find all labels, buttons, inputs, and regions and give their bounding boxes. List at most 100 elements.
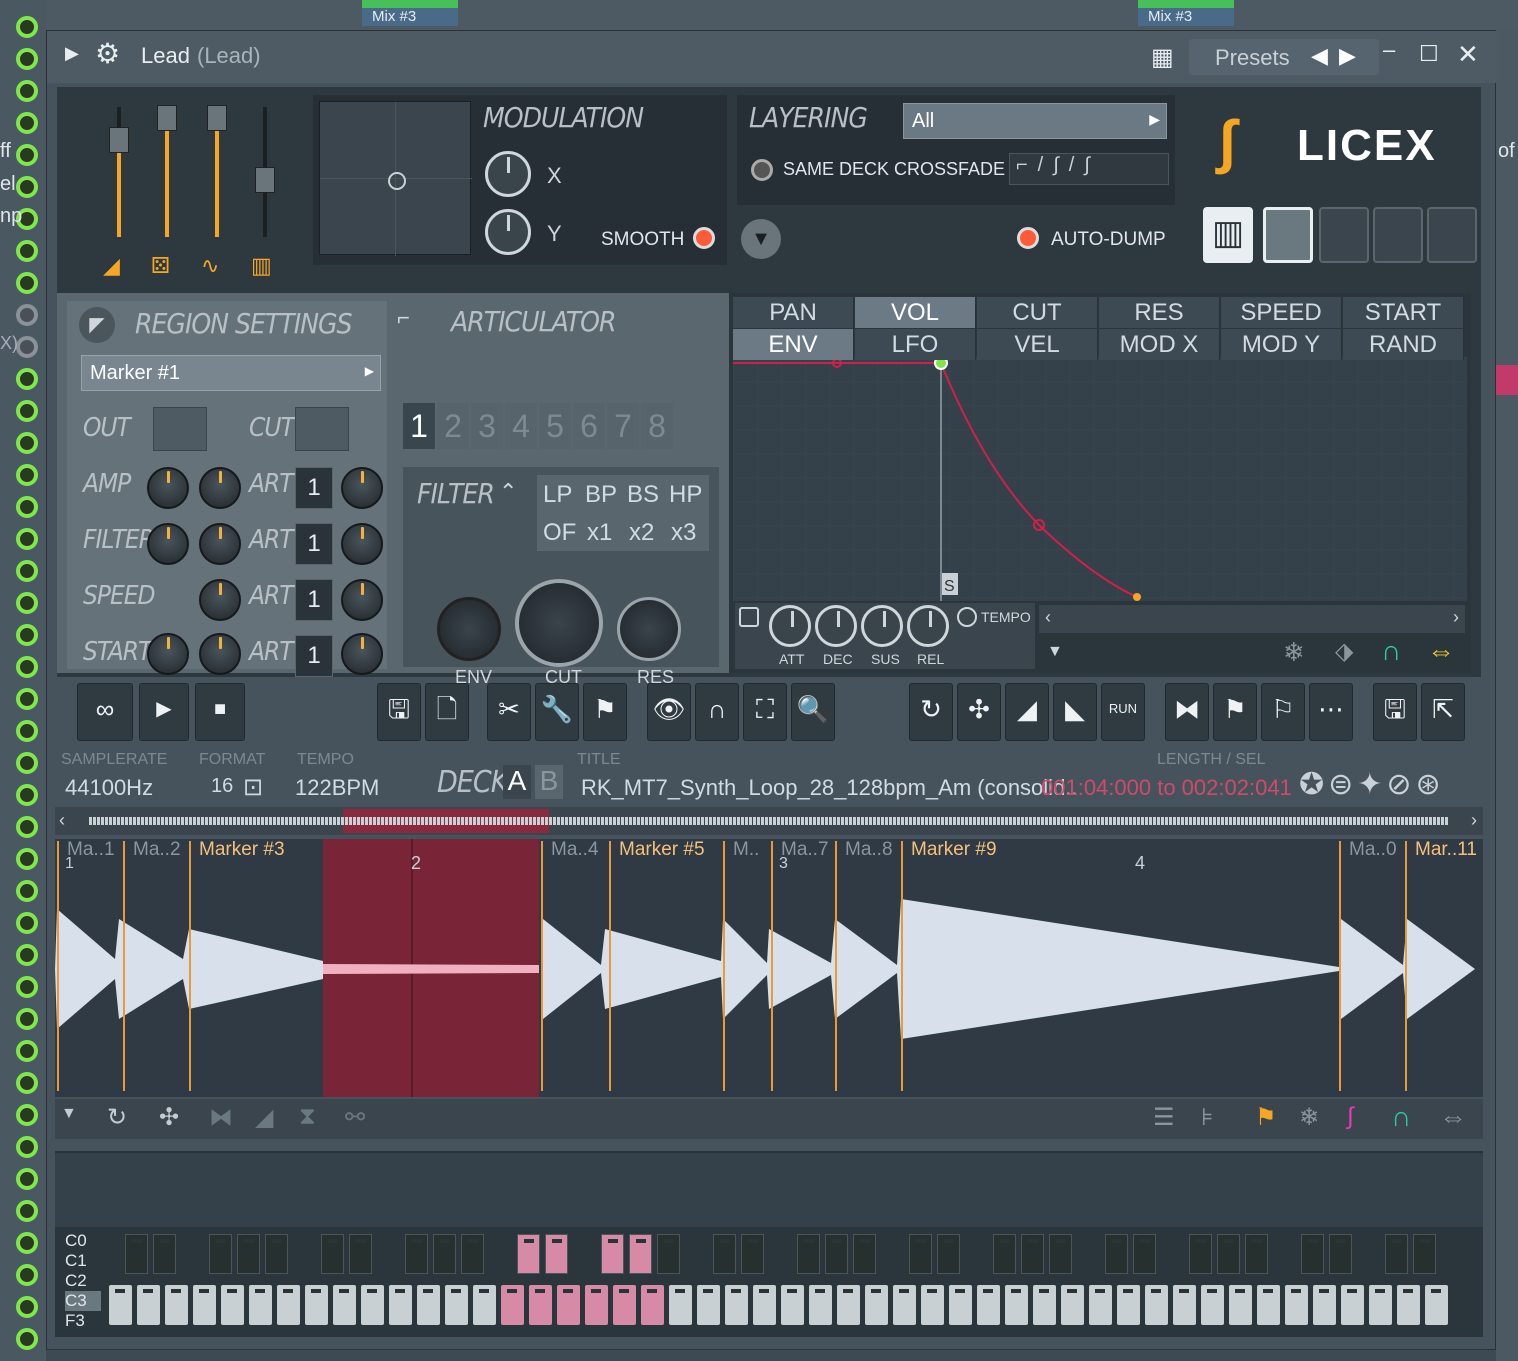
channel-led[interactable] bbox=[16, 1104, 38, 1126]
scroll-right-icon[interactable]: › bbox=[1453, 607, 1459, 628]
channel-led[interactable] bbox=[16, 1168, 38, 1190]
cut-selector[interactable] bbox=[295, 407, 349, 451]
wave-fade-icon[interactable]: ◢ bbox=[255, 1103, 273, 1132]
amp-art-number[interactable]: 1 bbox=[295, 467, 333, 509]
channel-led[interactable] bbox=[16, 1232, 38, 1254]
amp-knob[interactable] bbox=[147, 467, 189, 509]
env-tab-vel[interactable]: VEL bbox=[977, 329, 1098, 360]
channel-led[interactable] bbox=[16, 16, 38, 38]
black-key[interactable] bbox=[825, 1234, 848, 1274]
autodump-toggle[interactable] bbox=[1017, 227, 1039, 249]
white-key[interactable] bbox=[277, 1285, 300, 1325]
black-key[interactable] bbox=[713, 1234, 736, 1274]
layer-selector[interactable]: All ▶ bbox=[903, 103, 1167, 139]
playlist-clip[interactable]: Mix #3 bbox=[362, 0, 458, 26]
channel-led[interactable] bbox=[16, 912, 38, 934]
loop-button[interactable]: ∞ bbox=[77, 683, 133, 741]
gear-icon[interactable]: ⚙ bbox=[95, 37, 120, 70]
dice-icon[interactable]: ⚄ bbox=[151, 253, 170, 279]
channel-led[interactable] bbox=[16, 144, 38, 166]
add-marker-icon[interactable]: ⚑ bbox=[1213, 683, 1257, 741]
env-tab-env[interactable]: ENV bbox=[733, 329, 854, 360]
black-key[interactable] bbox=[153, 1234, 176, 1274]
wave-magnet-icon[interactable]: ∩ bbox=[1391, 1101, 1411, 1133]
channel-led[interactable] bbox=[16, 848, 38, 870]
channel-led[interactable] bbox=[16, 240, 38, 262]
filter-art-amount-knob[interactable] bbox=[341, 523, 383, 565]
articulator-1[interactable]: 1 bbox=[403, 403, 435, 449]
black-key[interactable] bbox=[1385, 1234, 1408, 1274]
normalize-icon[interactable]: ✣ bbox=[957, 683, 1001, 741]
channel-led[interactable] bbox=[16, 496, 38, 518]
filter-type-hp[interactable]: HP bbox=[669, 481, 702, 509]
pitch-slider[interactable] bbox=[207, 105, 227, 131]
rel-knob[interactable] bbox=[907, 605, 949, 647]
wave-split-icon[interactable]: ⧗ bbox=[299, 1103, 316, 1131]
minimize-icon[interactable]: – bbox=[1383, 37, 1395, 63]
env-toggle[interactable] bbox=[739, 607, 759, 627]
close-icon[interactable]: ✕ bbox=[1457, 39, 1479, 70]
reverse-icon[interactable]: ↻ bbox=[909, 683, 953, 741]
filter-type-lp[interactable]: LP bbox=[543, 481, 572, 509]
white-key[interactable] bbox=[921, 1285, 944, 1325]
white-key[interactable] bbox=[221, 1285, 244, 1325]
zoom-icon[interactable]: 🔍 bbox=[791, 683, 835, 741]
wave-stretch-icon[interactable]: ⇔ bbox=[1439, 1101, 1467, 1133]
select-icon[interactable]: ⛶ bbox=[743, 683, 787, 741]
crossfade-toggle[interactable] bbox=[751, 159, 773, 181]
articulator-6[interactable]: 6 bbox=[573, 403, 605, 449]
env-tab-vol[interactable]: VOL bbox=[855, 297, 976, 328]
slice-marker[interactable] bbox=[835, 841, 837, 1091]
black-key[interactable] bbox=[1245, 1234, 1268, 1274]
slice-marker[interactable] bbox=[901, 841, 903, 1091]
start-knob[interactable] bbox=[147, 633, 189, 675]
wave-icon[interactable]: ∿ bbox=[201, 253, 219, 279]
black-key[interactable] bbox=[993, 1234, 1016, 1274]
snap-magnet-icon[interactable]: ∩ bbox=[695, 683, 739, 741]
white-key[interactable] bbox=[557, 1285, 580, 1325]
articulator-3[interactable]: 3 bbox=[471, 403, 503, 449]
env-tab-pan[interactable]: PAN bbox=[733, 297, 854, 328]
wave-snowflake-icon[interactable]: ❄ bbox=[1299, 1103, 1319, 1132]
slice-marker[interactable] bbox=[771, 841, 773, 1091]
slice-icon[interactable]: ⧓ bbox=[1165, 683, 1209, 741]
wave-slice-icon[interactable]: ⧓ bbox=[209, 1103, 233, 1132]
keyboard-icon[interactable]: ▥ bbox=[251, 253, 272, 279]
white-key[interactable] bbox=[1313, 1285, 1336, 1325]
smooth-toggle[interactable] bbox=[693, 227, 715, 249]
indent-icon[interactable]: ⊧ bbox=[1201, 1103, 1214, 1132]
scissors-icon[interactable]: ✂ bbox=[487, 683, 531, 741]
white-key[interactable] bbox=[501, 1285, 524, 1325]
run-icon[interactable]: RUN bbox=[1101, 683, 1145, 741]
env-tab-rand[interactable]: RAND bbox=[1343, 329, 1464, 360]
black-key[interactable] bbox=[237, 1234, 260, 1274]
keyboard-view-button[interactable]: ▥ bbox=[1203, 207, 1253, 263]
overview-bar[interactable]: ‹ › bbox=[55, 807, 1483, 835]
white-key[interactable] bbox=[837, 1285, 860, 1325]
articulator-5[interactable]: 5 bbox=[539, 403, 571, 449]
amp-art-knob[interactable] bbox=[199, 467, 241, 509]
filter-cut-knob[interactable] bbox=[515, 579, 603, 667]
white-key[interactable] bbox=[1173, 1285, 1196, 1325]
black-key[interactable] bbox=[461, 1234, 484, 1274]
marker-label[interactable]: Marker #9 bbox=[911, 839, 997, 861]
format-icon[interactable]: ⊡ bbox=[243, 773, 263, 802]
marker-label[interactable]: M.. bbox=[733, 839, 759, 861]
channel-led[interactable] bbox=[16, 1296, 38, 1318]
out-selector[interactable] bbox=[153, 407, 207, 451]
black-key[interactable] bbox=[321, 1234, 344, 1274]
black-key[interactable] bbox=[1133, 1234, 1156, 1274]
fade-out-icon[interactable]: ◣ bbox=[1053, 683, 1097, 741]
channel-led[interactable] bbox=[16, 1072, 38, 1094]
black-key[interactable] bbox=[741, 1234, 764, 1274]
slice-marker[interactable] bbox=[57, 841, 59, 1091]
tag-icon[interactable]: ⬗ bbox=[1335, 637, 1353, 666]
black-key[interactable] bbox=[209, 1234, 232, 1274]
render-mode-icons[interactable]: ✪⊜✦⊘⊛ bbox=[1299, 767, 1445, 802]
black-key[interactable] bbox=[797, 1234, 820, 1274]
black-key[interactable] bbox=[909, 1234, 932, 1274]
env-tab-mod-x[interactable]: MOD X bbox=[1099, 329, 1220, 360]
start-art-amount-knob[interactable] bbox=[341, 633, 383, 675]
volume-slider[interactable] bbox=[109, 127, 129, 153]
drag-icon[interactable]: ⇱ bbox=[1421, 683, 1465, 741]
